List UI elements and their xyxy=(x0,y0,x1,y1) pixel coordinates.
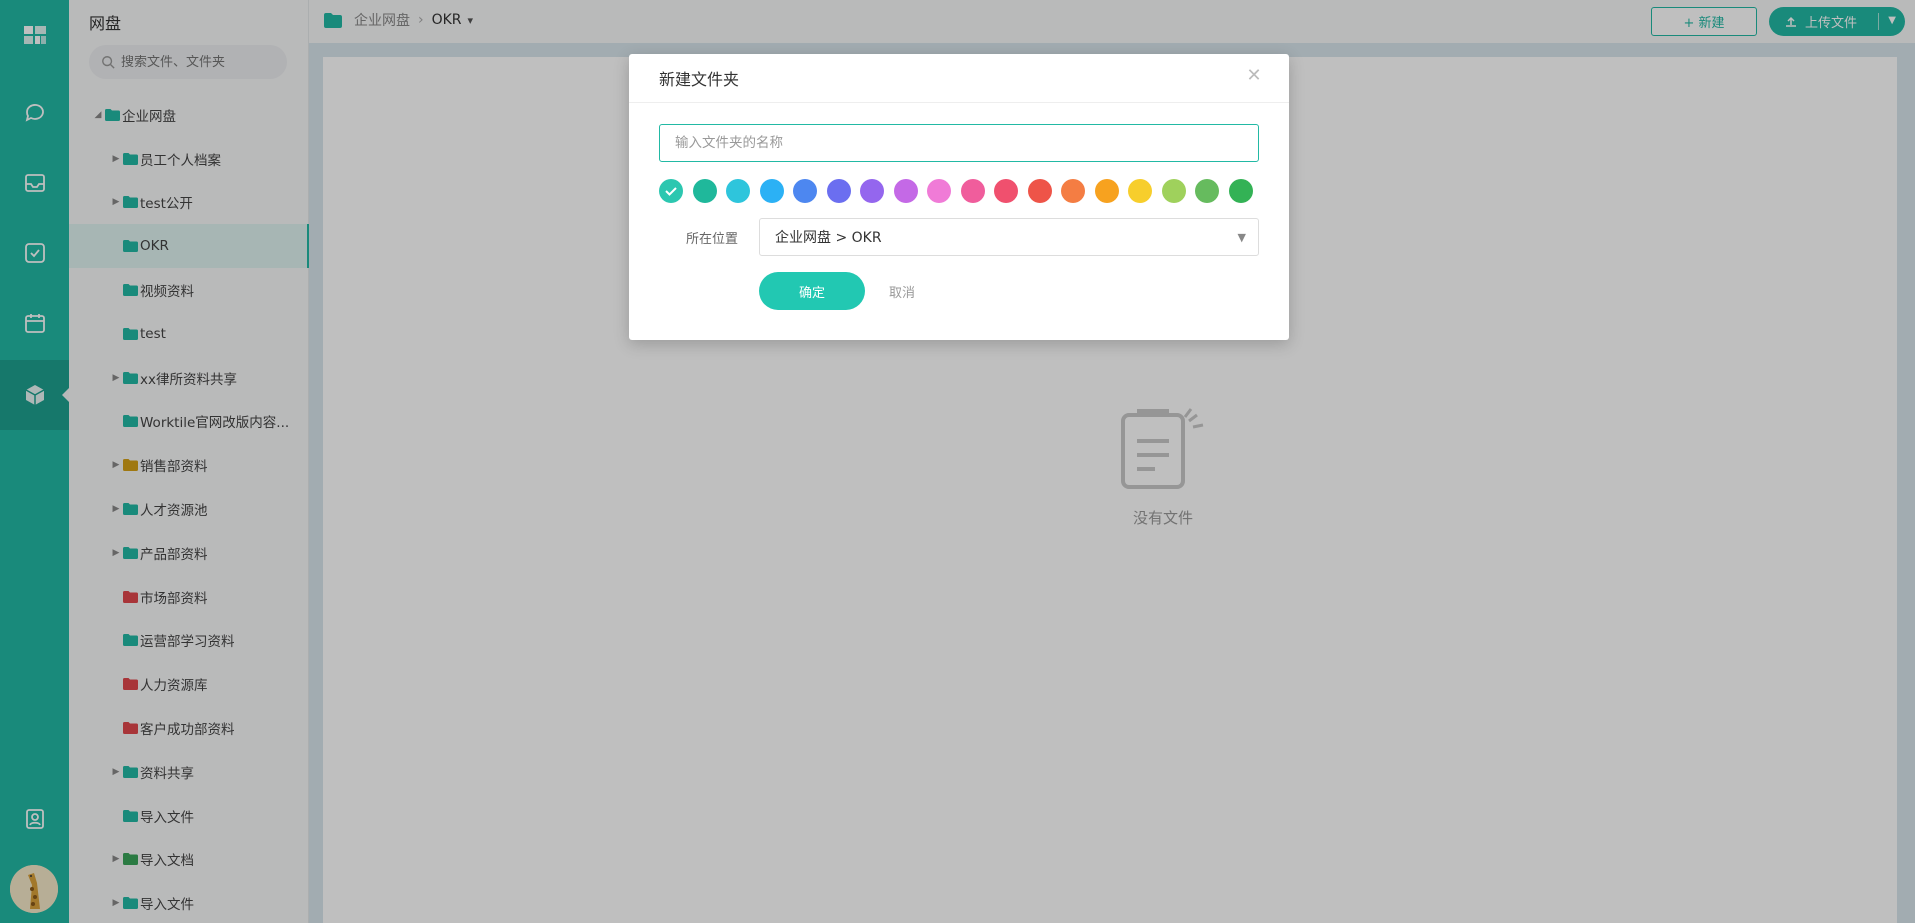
color-swatch[interactable] xyxy=(793,179,817,203)
color-swatch[interactable] xyxy=(1161,179,1186,203)
check-icon xyxy=(665,187,677,196)
location-label: 所在位置 xyxy=(686,232,739,247)
close-icon[interactable]: ✕ xyxy=(1245,67,1263,85)
new-folder-dialog: 新建文件夹 ✕ 所在位置 企业网盘 > OKR ▼ 确定 取消 xyxy=(629,54,1289,340)
color-swatch[interactable] xyxy=(893,179,918,203)
chevron-down-icon: ▼ xyxy=(1237,231,1246,244)
color-swatch[interactable] xyxy=(860,179,884,203)
color-swatch[interactable] xyxy=(1027,179,1052,203)
color-swatch[interactable] xyxy=(692,179,717,203)
color-swatch[interactable] xyxy=(1195,179,1219,203)
color-swatch[interactable] xyxy=(659,179,683,203)
confirm-button[interactable]: 确定 xyxy=(759,272,865,310)
location-value: 企业网盘 > OKR xyxy=(775,230,882,246)
color-picker xyxy=(659,179,1262,203)
color-swatch[interactable] xyxy=(1228,179,1253,203)
cancel-button[interactable]: 取消 xyxy=(889,282,915,301)
color-swatch[interactable] xyxy=(927,179,951,203)
folder-name-input[interactable] xyxy=(659,124,1259,162)
color-swatch[interactable] xyxy=(726,179,750,203)
color-swatch[interactable] xyxy=(960,179,985,203)
dialog-header: 新建文件夹 ✕ xyxy=(629,54,1289,103)
color-swatch[interactable] xyxy=(1094,179,1119,203)
color-swatch[interactable] xyxy=(1128,179,1152,203)
color-swatch[interactable] xyxy=(826,179,851,203)
color-swatch[interactable] xyxy=(759,179,784,203)
color-swatch[interactable] xyxy=(994,179,1018,203)
dialog-title: 新建文件夹 xyxy=(659,70,740,89)
color-swatch[interactable] xyxy=(1061,179,1085,203)
location-select[interactable]: 企业网盘 > OKR ▼ xyxy=(759,218,1259,256)
